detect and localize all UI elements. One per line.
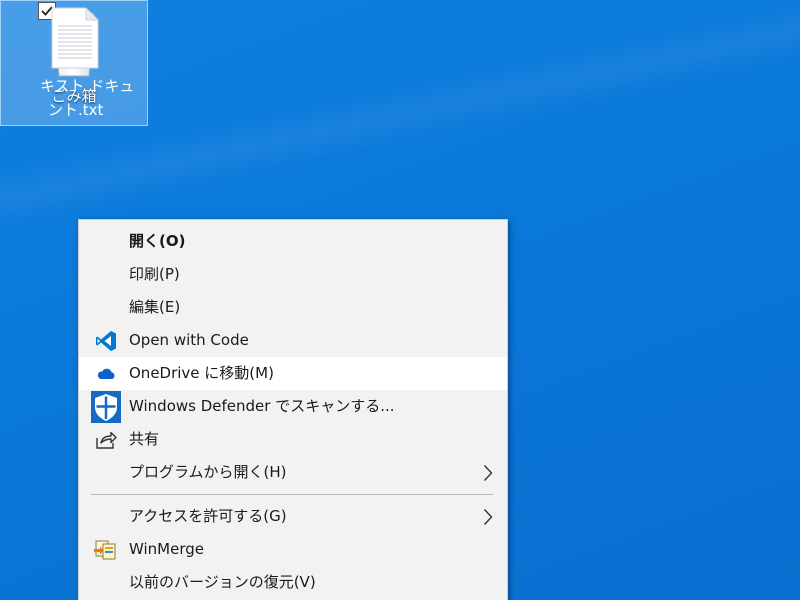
share-icon [91, 423, 121, 456]
menu-item-open[interactable]: 開く(O) [79, 225, 507, 258]
menu-item-open-with[interactable]: プログラムから開く(H) [79, 456, 507, 489]
menu-item-edit[interactable]: 編集(E) [79, 291, 507, 324]
text-file-label-line1: キスト ドキュ [40, 77, 135, 95]
menu-item-label: 編集(E) [129, 298, 181, 316]
text-file-desktop-icon[interactable]: キスト ドキュ ント.txt [0, 0, 148, 126]
defender-shield-icon [91, 390, 121, 423]
menu-item-restore-previous-versions[interactable]: 以前のバージョンの復元(V) [79, 566, 507, 599]
menu-item-open-with-code[interactable]: Open with Code [79, 324, 507, 357]
menu-item-label: 開く(O) [129, 232, 186, 250]
onedrive-cloud-icon [91, 357, 121, 390]
winmerge-icon [91, 533, 121, 566]
menu-item-label: WinMerge [129, 540, 204, 558]
text-file-icon [48, 6, 100, 74]
desktop[interactable]: ごみ箱 キスト ドキュ ント.txt 開く(O) 印刷(P) 編集(E) Ope… [0, 0, 800, 600]
text-file-label-line2: ント.txt [48, 101, 104, 119]
menu-item-label: 共有 [129, 430, 160, 448]
text-file-label: キスト ドキュ ント.txt [6, 74, 142, 122]
menu-item-label: Windows Defender でスキャンする... [129, 397, 395, 415]
menu-item-share[interactable]: 共有 [79, 423, 507, 456]
menu-item-defender-scan[interactable]: Windows Defender でスキャンする... [79, 390, 507, 423]
menu-item-label: 印刷(P) [129, 265, 180, 283]
menu-separator [91, 494, 493, 495]
menu-item-label: プログラムから開く(H) [129, 463, 287, 481]
menu-item-label: 以前のバージョンの復元(V) [129, 573, 316, 591]
chevron-right-icon [483, 500, 493, 533]
chevron-right-icon [483, 456, 493, 489]
menu-item-label: Open with Code [129, 331, 249, 349]
menu-item-move-to-onedrive[interactable]: OneDrive に移動(M) [79, 357, 507, 390]
menu-item-print[interactable]: 印刷(P) [79, 258, 507, 291]
menu-item-label: OneDrive に移動(M) [129, 364, 274, 382]
menu-item-give-access[interactable]: アクセスを許可する(G) [79, 500, 507, 533]
vscode-icon [91, 324, 121, 357]
menu-item-winmerge[interactable]: WinMerge [79, 533, 507, 566]
context-menu: 開く(O) 印刷(P) 編集(E) Open with Code OneDriv… [78, 219, 508, 600]
menu-item-label: アクセスを許可する(G) [129, 507, 287, 525]
